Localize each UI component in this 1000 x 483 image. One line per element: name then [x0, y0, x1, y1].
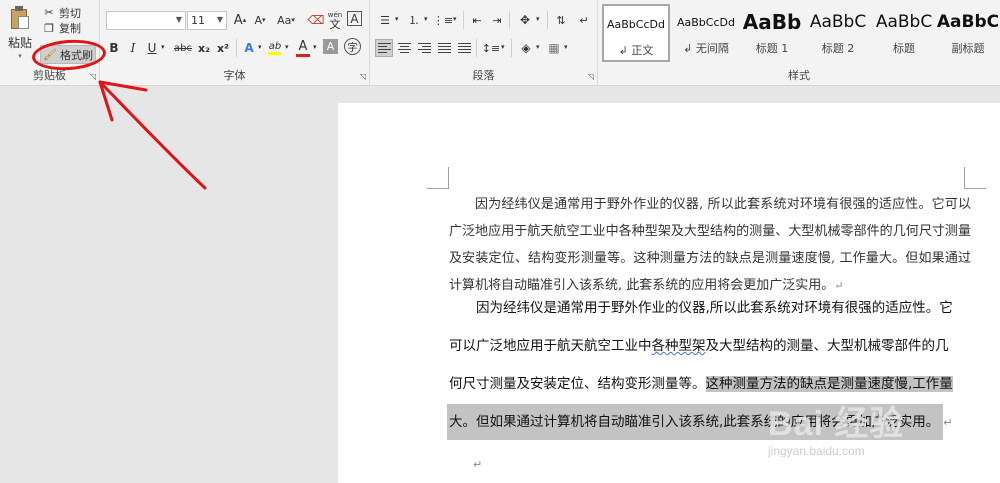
annotation-arrow — [98, 80, 207, 190]
